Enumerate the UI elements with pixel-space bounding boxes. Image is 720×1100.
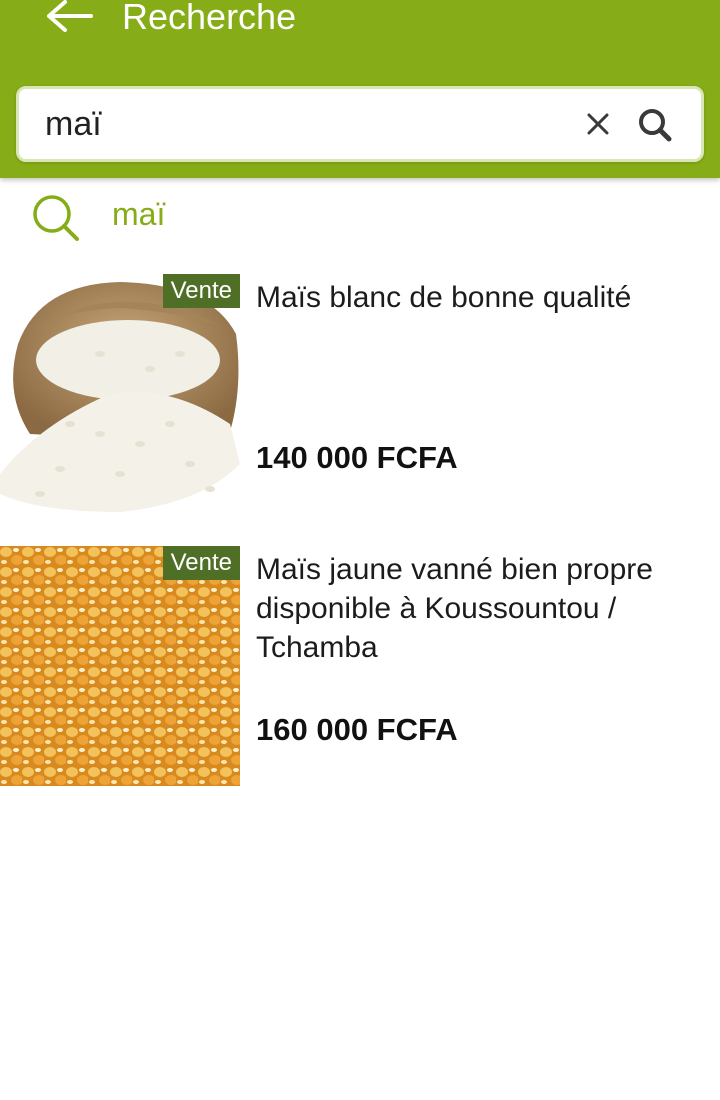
product-image-yellow-maize: Vente <box>0 546 240 786</box>
product-title: Maïs blanc de bonne qualité <box>256 281 632 314</box>
close-icon <box>587 113 609 135</box>
page-title: Recherche <box>122 0 297 37</box>
product-price: 160 000 FCFA <box>256 712 458 747</box>
arrow-left-icon <box>47 0 93 32</box>
clear-search-button[interactable] <box>581 107 615 141</box>
search-icon <box>33 195 79 241</box>
product-price: 140 000 FCFA <box>256 440 458 475</box>
search-bar <box>16 86 704 162</box>
search-submit-button[interactable] <box>633 103 677 147</box>
product-title: Maïs jaune vanné bien propre disponible … <box>256 553 653 664</box>
app-header: Recherche <box>0 0 720 178</box>
search-icon <box>639 109 672 142</box>
result-card[interactable]: Vente Maïs blanc de bonne qualité 140 00… <box>0 274 720 514</box>
result-card[interactable]: Vente Maïs jaune vanné bien propre dispo… <box>0 546 720 786</box>
listing-type-badge: Vente <box>162 274 240 308</box>
product-image-white-maize: Vente <box>0 274 240 514</box>
suggestion-text: maï <box>112 196 166 232</box>
back-button[interactable] <box>38 0 98 36</box>
search-input[interactable] <box>45 101 565 147</box>
search-suggestion[interactable]: maï <box>0 186 720 250</box>
listing-type-badge: Vente <box>162 546 240 580</box>
